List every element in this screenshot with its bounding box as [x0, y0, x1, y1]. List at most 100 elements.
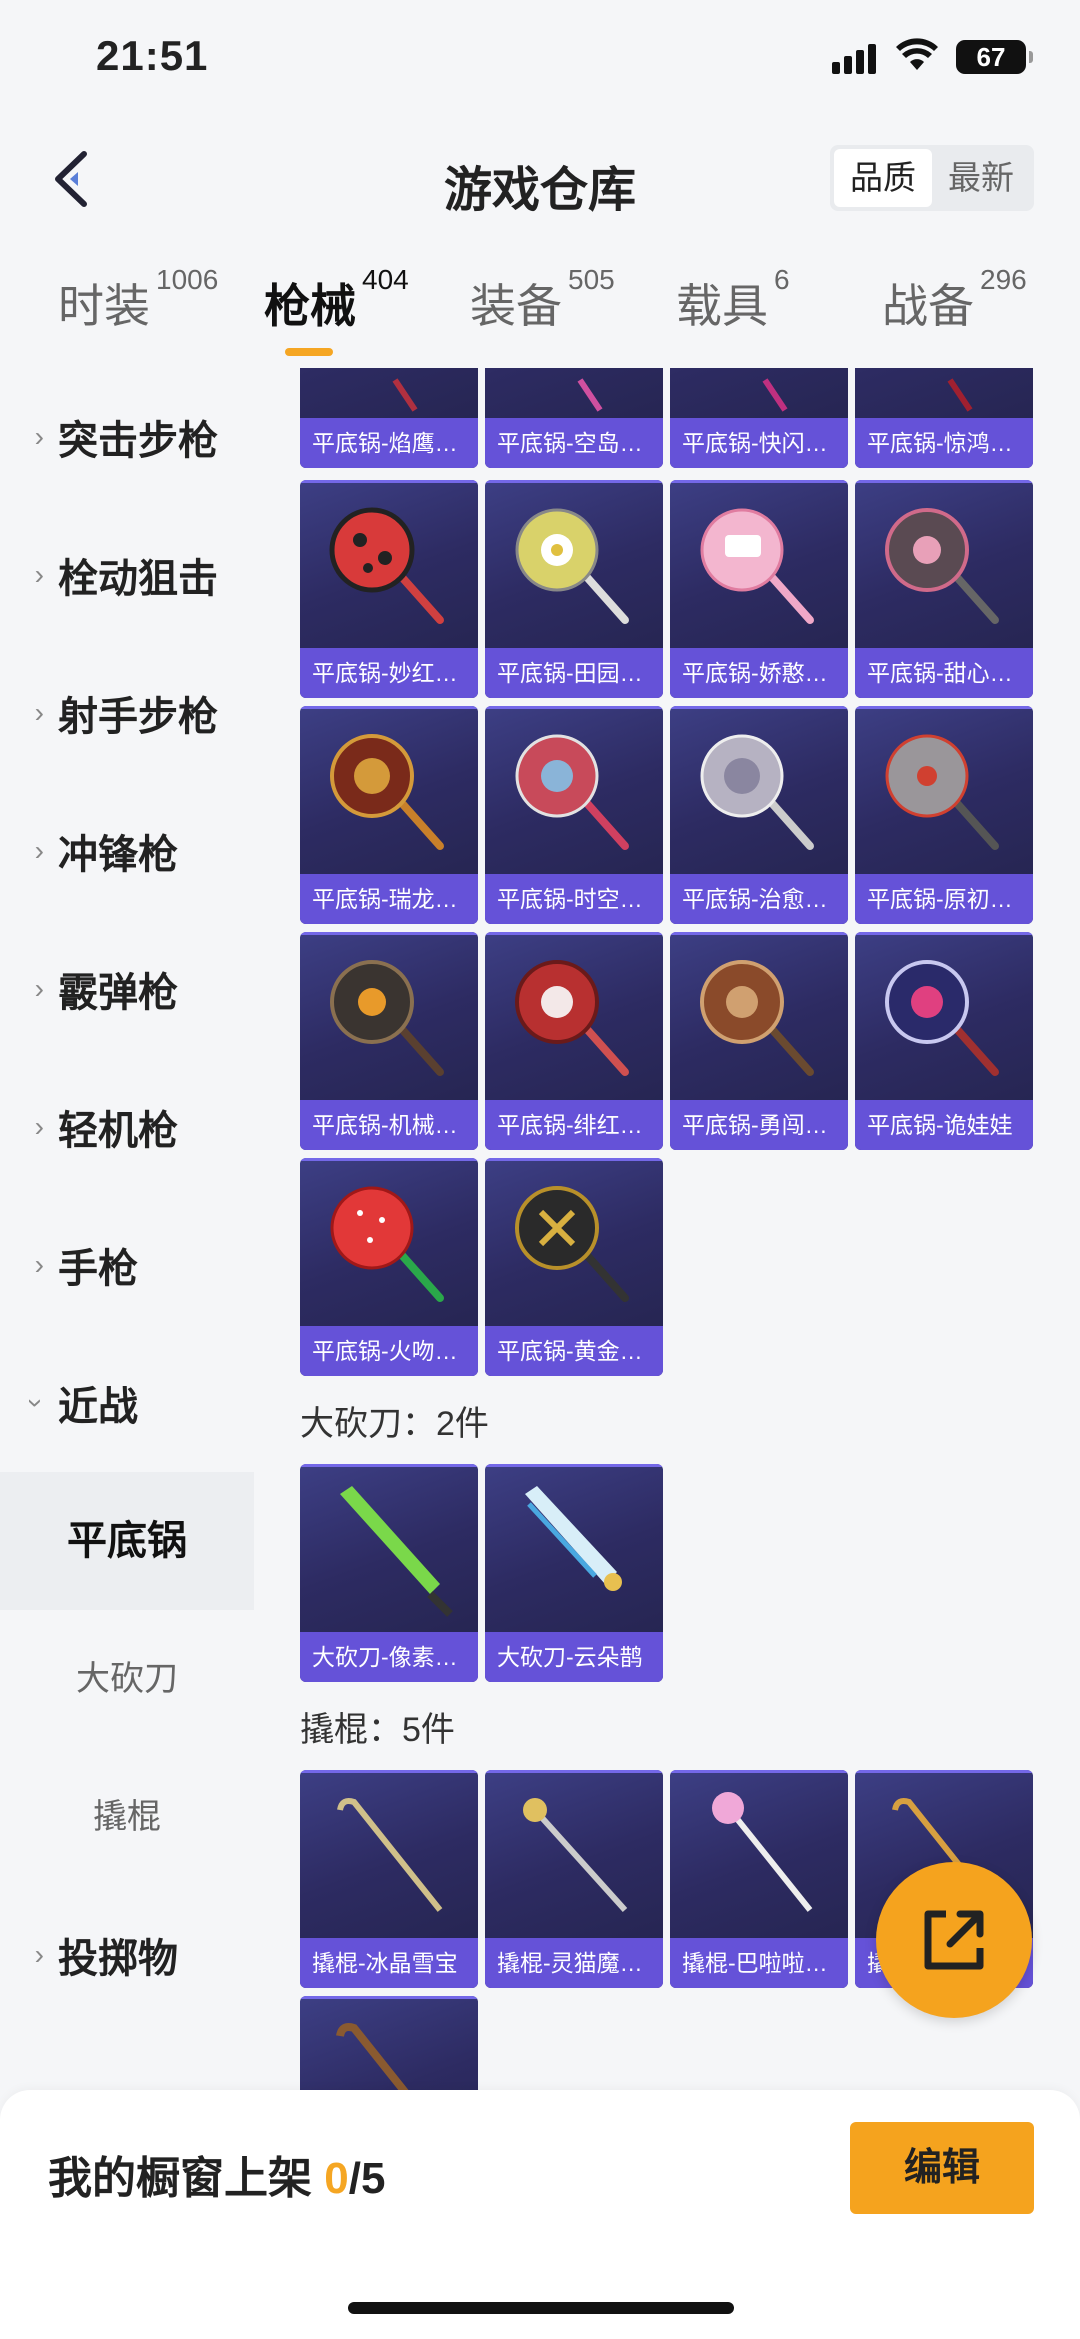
sidebar-item-label: 栓动狙击 — [58, 557, 218, 601]
tab-supplies[interactable]: 战备296 — [882, 264, 1027, 336]
section-label-machete: 大砍刀：2件 — [300, 1405, 489, 1443]
tab-count: 296 — [980, 264, 1027, 295]
item-name: 平底锅-原初… — [855, 874, 1033, 924]
item-card[interactable]: 平底锅-黄金… — [485, 1158, 663, 1376]
pink-pan-icon — [700, 508, 814, 624]
item-name: 大砍刀-像素… — [300, 1632, 478, 1682]
sidebar-item-shotgun[interactable]: › 霰弹枪 — [0, 920, 254, 1058]
edit-button[interactable]: 编辑 — [850, 2122, 1034, 2214]
spacetime-pan-icon — [515, 734, 629, 850]
showcase-count: 0 — [324, 2154, 349, 2203]
item-name: 撬棍-巴啦啦… — [670, 1938, 848, 1988]
status-time: 21:51 — [96, 32, 209, 79]
item-card[interactable]: 平底锅-惊鸿… — [855, 368, 1033, 468]
item-name: 平底锅-黄金… — [485, 1326, 663, 1376]
sort-quality-option[interactable]: 品质 — [834, 149, 932, 207]
item-card[interactable]: 平底锅-火吻… — [300, 1158, 478, 1376]
sidebar-item-throwables[interactable]: › 投掷物 — [0, 1886, 254, 2024]
item-card[interactable]: 平底锅-娇憨… — [670, 480, 848, 698]
origin-pan-icon — [885, 734, 999, 850]
item-card[interactable]: 平底锅-甜心… — [855, 480, 1033, 698]
item-image — [762, 378, 788, 412]
item-card[interactable]: 平底锅-诡娃娃 — [855, 932, 1033, 1150]
sidebar-item-label: 射手步枪 — [58, 695, 218, 739]
item-card[interactable]: 平底锅-田园… — [485, 480, 663, 698]
sidebar-item-bolt-sniper[interactable]: › 栓动狙击 — [0, 506, 254, 644]
item-name: 平底锅-绯红… — [485, 1100, 663, 1150]
sidebar-item-pistol[interactable]: › 手枪 — [0, 1196, 254, 1334]
wifi-icon — [896, 38, 938, 70]
item-name: 平底锅-田园… — [485, 648, 663, 698]
scepter-crowbar-icon — [523, 1798, 628, 1913]
item-card[interactable]: 平底锅-快闪… — [670, 368, 848, 468]
category-tabs: 时装1006 枪械404 装备505 载具6 战备296 — [0, 240, 1080, 368]
sidebar-sub-crowbar[interactable]: 撬棍 — [0, 1748, 254, 1886]
tab-fashion[interactable]: 时装1006 — [58, 264, 218, 336]
item-name: 平底锅-妙红… — [300, 648, 478, 698]
item-name: 撬棍-灵猫魔… — [485, 1938, 663, 1988]
tab-count: 404 — [362, 264, 409, 295]
tab-firearms[interactable]: 枪械404 — [264, 264, 409, 336]
mechanical-pan-icon — [330, 960, 444, 1076]
item-card[interactable]: 平底锅-妙红… — [300, 480, 478, 698]
sidebar-item-label: 轻机枪 — [58, 1109, 178, 1153]
item-name: 大砍刀-云朵鹊 — [485, 1632, 663, 1682]
golden-pan-icon — [515, 1186, 629, 1302]
sidebar-item-melee[interactable]: › 近战 — [0, 1334, 254, 1472]
item-card[interactable]: 撬棍-巴啦啦… — [670, 1770, 848, 1988]
tab-label: 时装 — [58, 280, 150, 332]
chevron-right-icon: › — [34, 835, 44, 866]
dragon-pan-icon — [330, 734, 444, 850]
item-card[interactable]: 平底锅-空岛… — [485, 368, 663, 468]
sidebar-item-assault-rifle[interactable]: › 突击步枪 — [0, 368, 254, 506]
crowbar-icon — [336, 2023, 409, 2090]
nav-bar: 游戏仓库 品质 最新 — [0, 120, 1080, 240]
share-button[interactable] — [876, 1862, 1032, 2018]
sort-newest-option[interactable]: 最新 — [932, 149, 1030, 207]
item-image — [947, 378, 973, 412]
sidebar-item-lmg[interactable]: › 轻机枪 — [0, 1058, 254, 1196]
tab-count: 6 — [774, 264, 790, 295]
item-name: 平底锅-甜心… — [855, 648, 1033, 698]
showcase-label: 我的橱窗上架 — [48, 2154, 325, 2203]
item-image — [577, 378, 603, 412]
item-card[interactable]: 大砍刀-像素… — [300, 1464, 478, 1682]
sweetheart-pan-icon — [885, 508, 999, 624]
item-card[interactable]: 撬棍-灵猫魔… — [485, 1770, 663, 1988]
item-grid: 平底锅-焰鹰… 平底锅-空岛… 平底锅-快闪… 平底锅-惊鸿… 平底锅-妙红… … — [254, 368, 1080, 2090]
tab-label: 载具 — [676, 280, 768, 332]
item-name: 撬棍-冰晶雪宝 — [300, 1938, 478, 1988]
sidebar-item-marksman-rifle[interactable]: › 射手步枪 — [0, 644, 254, 782]
healing-pan-icon — [700, 734, 814, 850]
item-card[interactable]: 平底锅-治愈… — [670, 706, 848, 924]
battery-icon: 67 — [956, 40, 1033, 74]
sidebar-sub-machete[interactable]: 大砍刀 — [0, 1610, 254, 1748]
item-name: 平底锅-惊鸿… — [855, 418, 1033, 468]
pixel-machete-icon — [340, 1486, 453, 1617]
item-name: 平底锅-娇憨… — [670, 648, 848, 698]
item-card[interactable]: 平底锅-时空… — [485, 706, 663, 924]
item-card[interactable]: 平底锅-勇闯… — [670, 932, 848, 1150]
chevron-right-icon: › — [34, 973, 44, 1004]
item-card[interactable]: 平底锅-机械… — [300, 932, 478, 1150]
item-card[interactable] — [300, 1996, 478, 2090]
adventure-pan-icon — [700, 960, 814, 1076]
chevron-right-icon: › — [34, 1249, 44, 1280]
sidebar-item-smg[interactable]: › 冲锋枪 — [0, 782, 254, 920]
tab-equipment[interactable]: 装备505 — [470, 264, 615, 336]
home-indicator — [348, 2302, 734, 2314]
tab-count: 1006 — [156, 264, 219, 295]
item-card[interactable]: 平底锅-焰鹰… — [300, 368, 478, 468]
item-name: 平底锅-勇闯… — [670, 1100, 848, 1150]
item-card[interactable]: 平底锅-瑞龙… — [300, 706, 478, 924]
signal-icon — [832, 44, 876, 74]
item-card[interactable]: 撬棍-冰晶雪宝 — [300, 1770, 478, 1988]
crowbar-icon — [337, 1798, 443, 1912]
tab-vehicles[interactable]: 载具6 — [676, 264, 790, 336]
sidebar-sub-pan[interactable]: 平底锅 — [0, 1472, 254, 1610]
item-card[interactable]: 平底锅-原初… — [855, 706, 1033, 924]
item-card[interactable]: 平底锅-绯红… — [485, 932, 663, 1150]
item-image — [392, 378, 418, 412]
tab-label: 枪械 — [264, 280, 356, 332]
item-card[interactable]: 大砍刀-云朵鹊 — [485, 1464, 663, 1682]
